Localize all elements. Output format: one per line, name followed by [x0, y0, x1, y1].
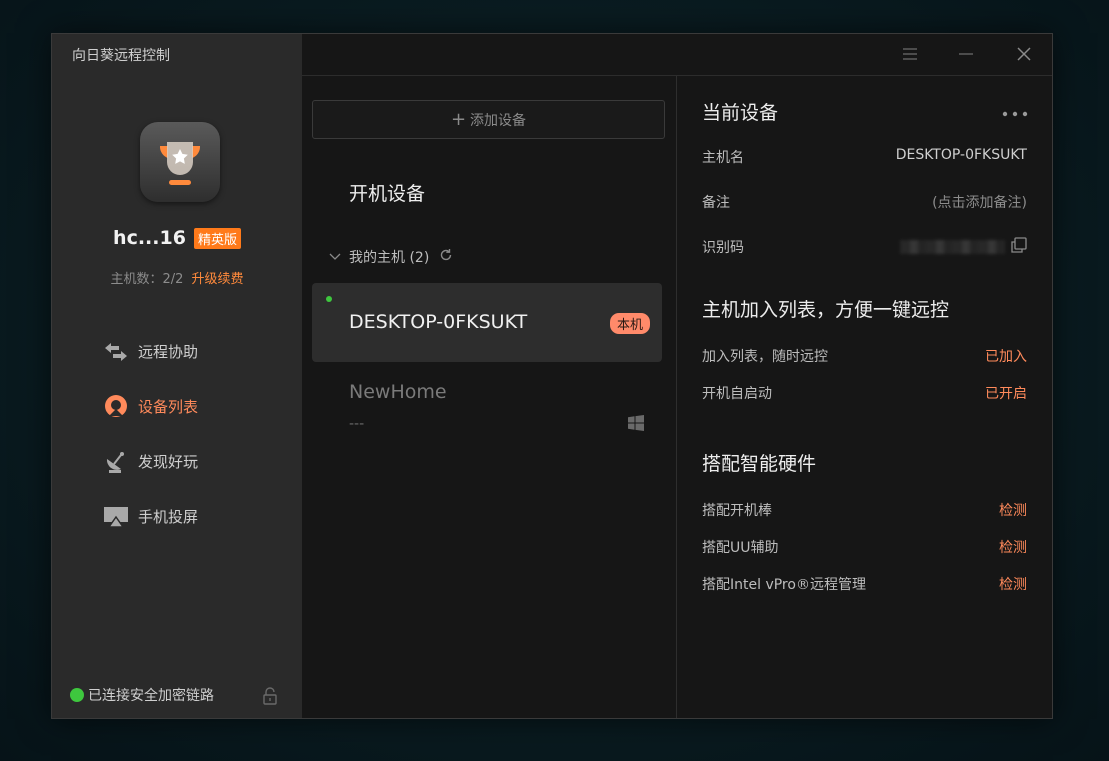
detect-button[interactable]: 检测 [999, 500, 1027, 520]
close-button[interactable] [1010, 42, 1038, 66]
nav-item-discover[interactable]: 发现好玩 [102, 434, 198, 489]
device-name: DESKTOP-0FKSUKT [349, 311, 528, 333]
list-heading: 主机加入列表，方便一键远控 [702, 299, 950, 321]
detect-button[interactable]: 检测 [999, 574, 1027, 594]
device-details-panel: 当前设备 主机名 DESKTOP-0FKSUKT 备注 (点击添加备注) 识别码… [677, 76, 1052, 718]
device-list-panel: + 添加设备 开机设备 我的主机 (2) DESKTOP-0FKSUKT 本机 … [302, 76, 677, 718]
hardware-label: 搭配开机棒 [702, 503, 772, 519]
nav-item-remote-assist[interactable]: 远程协助 [102, 324, 198, 379]
local-device-badge: 本机 [609, 313, 650, 334]
add-note-link[interactable]: (点击添加备注) [932, 192, 1027, 212]
plus-icon: + [450, 109, 467, 130]
autostart-row: 开机自启动 已开启 [702, 383, 1027, 403]
remote-assist-icon [102, 338, 130, 366]
hardware-heading: 搭配智能硬件 [702, 453, 817, 475]
connection-status: 已连接安全加密链路 [70, 685, 214, 705]
details-title: 当前设备 [702, 102, 779, 124]
unlock-icon[interactable] [262, 687, 278, 709]
add-device-label: 添加设备 [470, 112, 527, 129]
device-list-icon [102, 393, 130, 421]
note-label: 备注 [702, 195, 730, 211]
idcode-redacted [900, 240, 1005, 254]
menu-button[interactable] [896, 42, 924, 66]
nav-item-label: 手机投屏 [138, 508, 199, 526]
join-list-row: 加入列表，随时远控 已加入 [702, 346, 1027, 366]
idcode-row: 识别码 [702, 237, 1027, 257]
copy-icon[interactable] [1011, 237, 1027, 257]
trophy-icon[interactable] [140, 122, 220, 202]
refresh-icon[interactable] [439, 248, 453, 266]
windows-icon [628, 415, 644, 435]
hardware-label: 搭配UU辅助 [702, 540, 779, 556]
device-item[interactable]: DESKTOP-0FKSUKT 本机 [312, 283, 662, 362]
app-window: 向日葵远程控制 hc...16 精英版 主机数：2/2 升级续费 远程协助 设备… [51, 33, 1053, 719]
idcode-value [900, 237, 1027, 257]
close-icon [1017, 47, 1031, 61]
sidebar: 向日葵远程控制 hc...16 精英版 主机数：2/2 升级续费 远程协助 设备… [52, 34, 302, 718]
nav-item-label: 设备列表 [138, 398, 199, 416]
username: hc...16 [113, 227, 186, 249]
discover-icon [102, 448, 130, 476]
device-subtitle: --- [349, 416, 365, 432]
join-list-label: 加入列表，随时远控 [702, 349, 828, 365]
host-count-row: 主机数：2/2 升级续费 [52, 268, 302, 287]
more-options-icon[interactable] [1002, 102, 1028, 121]
connection-status-text: 已连接安全加密链路 [88, 688, 214, 704]
online-status-icon [326, 296, 332, 302]
sidebar-nav: 远程协助 设备列表 发现好玩 手机投屏 [102, 324, 198, 544]
menu-icon [903, 48, 917, 60]
join-list-status[interactable]: 已加入 [985, 346, 1027, 366]
minimize-button[interactable] [952, 42, 980, 66]
nav-item-screen-cast[interactable]: 手机投屏 [102, 489, 198, 544]
hardware-row: 搭配UU辅助 检测 [702, 537, 1027, 557]
add-device-button[interactable]: + 添加设备 [312, 100, 665, 139]
detect-button[interactable]: 检测 [999, 537, 1027, 557]
section-title: 开机设备 [349, 183, 426, 205]
account-name-row: hc...16 精英版 [52, 227, 302, 249]
app-title: 向日葵远程控制 [72, 48, 170, 64]
autostart-label: 开机自启动 [702, 386, 772, 402]
chevron-down-icon[interactable] [329, 249, 341, 265]
note-row: 备注 (点击添加备注) [702, 192, 1027, 212]
hostname-value: DESKTOP-0FKSUKT [895, 147, 1027, 163]
minimize-icon [959, 53, 973, 55]
group-label: 我的主机 (2) [349, 250, 430, 266]
nav-item-label: 远程协助 [138, 343, 199, 361]
hardware-label: 搭配Intel vPro®远程管理 [702, 577, 866, 593]
screen-cast-icon [102, 503, 130, 531]
group-header[interactable]: 我的主机 (2) [329, 247, 453, 267]
autostart-status[interactable]: 已开启 [985, 383, 1027, 403]
nav-item-device-list[interactable]: 设备列表 [102, 379, 198, 434]
upgrade-link[interactable]: 升级续费 [191, 272, 243, 287]
nav-item-label: 发现好玩 [138, 453, 199, 471]
idcode-label: 识别码 [702, 240, 744, 256]
title-bar [302, 34, 1052, 76]
hostname-label: 主机名 [702, 150, 744, 166]
hardware-row: 搭配开机棒 检测 [702, 500, 1027, 520]
tier-badge: 精英版 [193, 227, 241, 249]
host-count: 主机数：2/2 [110, 272, 184, 287]
hardware-row: 搭配Intel vPro®远程管理 检测 [702, 574, 1027, 594]
hostname-row: 主机名 DESKTOP-0FKSUKT [702, 147, 1027, 167]
status-dot-icon [70, 688, 84, 702]
device-name[interactable]: NewHome [349, 381, 447, 403]
